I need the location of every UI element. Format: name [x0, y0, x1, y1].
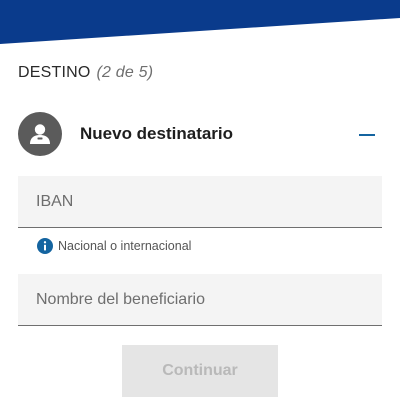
user-icon: [30, 124, 50, 144]
avatar: [18, 112, 62, 156]
iban-hint: Nacional o internacional: [37, 237, 191, 255]
beneficiary-name-input[interactable]: [18, 274, 382, 325]
iban-input[interactable]: [18, 176, 382, 227]
minus-icon: [359, 134, 375, 136]
transfer-destination-screen: DESTINO (2 de 5) Nuevo destinatario Nacio…: [0, 0, 400, 400]
header-band: [0, 0, 400, 44]
new-recipient-section[interactable]: Nuevo destinatario: [18, 112, 382, 158]
step-title: DESTINO: [18, 64, 91, 81]
iban-field-container: [18, 176, 382, 228]
collapse-button[interactable]: [356, 124, 378, 146]
beneficiary-field-container: [18, 274, 382, 326]
continue-button[interactable]: Continuar: [122, 345, 278, 397]
step-progress: (2 de 5): [96, 64, 154, 81]
step-header: DESTINO (2 de 5): [18, 64, 153, 82]
header-band-shape: [0, 0, 400, 44]
info-icon: [37, 238, 53, 254]
iban-hint-text: Nacional o internacional: [58, 239, 192, 253]
new-recipient-title: Nuevo destinatario: [80, 124, 234, 143]
